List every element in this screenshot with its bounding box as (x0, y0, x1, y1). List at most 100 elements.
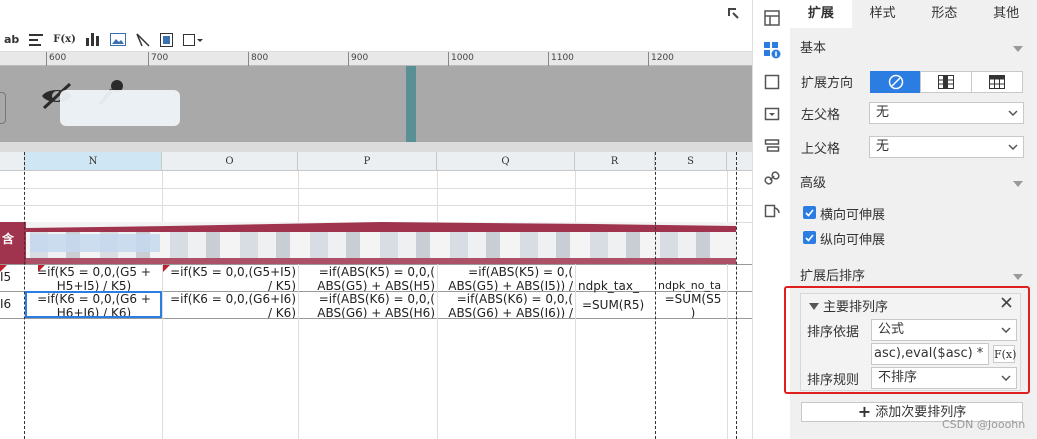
canvas-divider-bar[interactable] (406, 66, 416, 142)
vertical-stretch-label: 纵向可伸展 (820, 233, 886, 248)
top-parent-select[interactable]: 无 (869, 136, 1024, 158)
grid-row-line (0, 318, 752, 319)
row-label: I5 (0, 270, 12, 284)
column-header-r[interactable]: R (575, 152, 655, 171)
blurred-header-chip (30, 234, 160, 252)
grid-col-line (437, 171, 438, 439)
left-parent-value: 无 (876, 105, 890, 120)
grid-row-line (0, 205, 752, 206)
parameter-canvas (0, 66, 752, 142)
property-tabs: 扩展 样式 形态 其他 (790, 0, 1037, 28)
tab-other[interactable]: 其他 (975, 0, 1037, 28)
frame-icon[interactable] (159, 30, 173, 50)
cell-p6[interactable]: =if(ABS(K6) = 0,0,( ABS(G6) + ABS(H6) (302, 292, 435, 318)
cell-p5[interactable]: =if(ABS(K5) = 0,0,( ABS(G5) + ABS(H5) (302, 265, 435, 291)
grid-col-line (298, 171, 299, 439)
collapse-arrow-icon (1013, 181, 1023, 187)
cell-s5[interactable]: ndpk_no_ta (658, 279, 726, 293)
ruler-tick: 1100 (548, 52, 574, 66)
section-advanced[interactable]: 高级 (800, 172, 1025, 196)
expand-direction-label: 扩展方向 (801, 76, 854, 91)
row-label: I6 (0, 297, 12, 311)
align-left-icon[interactable] (29, 30, 44, 50)
ruler-tick: 1200 (648, 52, 674, 66)
column-header-q[interactable]: Q (437, 152, 575, 171)
watermark: CSDN @Jooohn (942, 418, 1026, 431)
border-dropdown-icon[interactable] (182, 30, 203, 50)
cell-q6[interactable]: =if(ABS(K6) = 0,0,( ABS(G6) + ABS(I6)) / (441, 292, 573, 318)
condition-icon[interactable] (762, 104, 782, 124)
cell-s6[interactable]: =SUM(S5 ) (660, 292, 726, 318)
section-advanced-label: 高级 (800, 176, 827, 191)
cell-marker (163, 265, 170, 272)
image-icon[interactable] (109, 30, 126, 50)
chevron-down-icon (1003, 103, 1023, 123)
cell-layout-icon[interactable] (762, 8, 782, 28)
cell-o5[interactable]: =if(K5 = 0,0,(G5+I5) / K5) (166, 265, 296, 291)
page-boundary-line (655, 152, 656, 439)
chevron-down-icon (1003, 137, 1023, 157)
left-parent-select[interactable]: 无 (869, 102, 1024, 124)
top-toolbar-strip (0, 0, 752, 28)
header-banner-row: 含 (0, 222, 736, 264)
cell-marker (38, 265, 45, 272)
cell-q5[interactable]: =if(ABS(K5) = 0,( ABS(G5) + ABS(I5)) / (441, 265, 573, 291)
collapse-arrow-icon (1013, 46, 1023, 52)
banner-top-stripe (26, 222, 736, 232)
banner-text: 含 (2, 232, 15, 246)
grid-col-line (575, 171, 576, 439)
selected-cell-border (25, 291, 162, 318)
insert-toolbar: ab F(x) (0, 28, 752, 52)
section-sort-label: 扩展后排序 (800, 269, 866, 284)
text-tool-button[interactable]: ab (4, 30, 19, 50)
grid-col-line (727, 171, 728, 439)
cell-attributes-icon[interactable] (762, 40, 782, 60)
top-parent-value: 无 (876, 139, 890, 154)
tab-style[interactable]: 样式 (852, 0, 914, 28)
horizontal-stretch-checkbox[interactable] (803, 206, 816, 219)
section-basic[interactable]: 基本 (800, 37, 1025, 61)
column-header-prev[interactable] (0, 152, 25, 171)
ruler-tick: 600 (46, 52, 66, 66)
column-header-s[interactable]: S (655, 152, 727, 171)
left-parent-label: 左父格 (801, 108, 841, 123)
blurred-label (60, 90, 180, 126)
banner-bottom-stripe (26, 258, 736, 264)
expand-toolbar-icon[interactable] (726, 6, 740, 23)
mobile-properties-icon[interactable] (762, 200, 782, 220)
column-header-p[interactable]: P (298, 152, 437, 171)
formula-tool-button[interactable]: F(x) (53, 30, 76, 50)
ruler-tick: 700 (148, 52, 168, 66)
widget-icon[interactable] (762, 72, 782, 92)
expand-horizontal-button[interactable] (971, 71, 1023, 93)
page-boundary-line (736, 152, 737, 439)
cell-o6[interactable]: =if(K6 = 0,0,(G6+I6) / K6) (166, 292, 296, 318)
plus-icon: + (857, 402, 872, 421)
highlight-annotation-box (784, 286, 1030, 394)
tab-form[interactable]: 形态 (914, 0, 976, 28)
bar-chart-icon[interactable] (85, 30, 100, 50)
vertical-stretch-checkbox[interactable] (803, 231, 816, 244)
section-basic-label: 基本 (800, 41, 827, 56)
cell-r6[interactable]: =SUM(R5) (582, 298, 654, 312)
collapse-arrow-icon (1013, 274, 1023, 280)
column-header-n[interactable]: N (25, 152, 162, 171)
ruler-tick: 900 (348, 52, 368, 66)
canvas-bottom-strip (0, 142, 752, 152)
expand-vertical-button[interactable] (920, 71, 972, 93)
hyperlink-icon[interactable] (762, 168, 782, 188)
horizontal-stretch-label: 横向可伸展 (820, 208, 886, 223)
expand-none-button[interactable] (870, 71, 921, 93)
tab-expand[interactable]: 扩展 (790, 0, 852, 28)
column-header-next[interactable] (727, 152, 752, 171)
top-parent-label: 上父格 (801, 142, 841, 157)
cell-r5[interactable]: ndpk_tax_ (578, 279, 653, 293)
horizontal-ruler: 600 700 800 900 1000 1100 1200 (0, 52, 752, 66)
slash-line-icon[interactable] (136, 30, 150, 50)
column-header-o[interactable]: O (162, 152, 298, 171)
report-designer-area: ab F(x) 600 700 800 900 1000 1100 1200 N… (0, 0, 752, 439)
grid-col-line (162, 171, 163, 439)
data-source-icon[interactable] (762, 136, 782, 156)
cell-marker (0, 265, 7, 272)
cell-n5[interactable]: =if(K5 = 0,0,(G5 + H5+I5) / K5) (28, 265, 160, 291)
